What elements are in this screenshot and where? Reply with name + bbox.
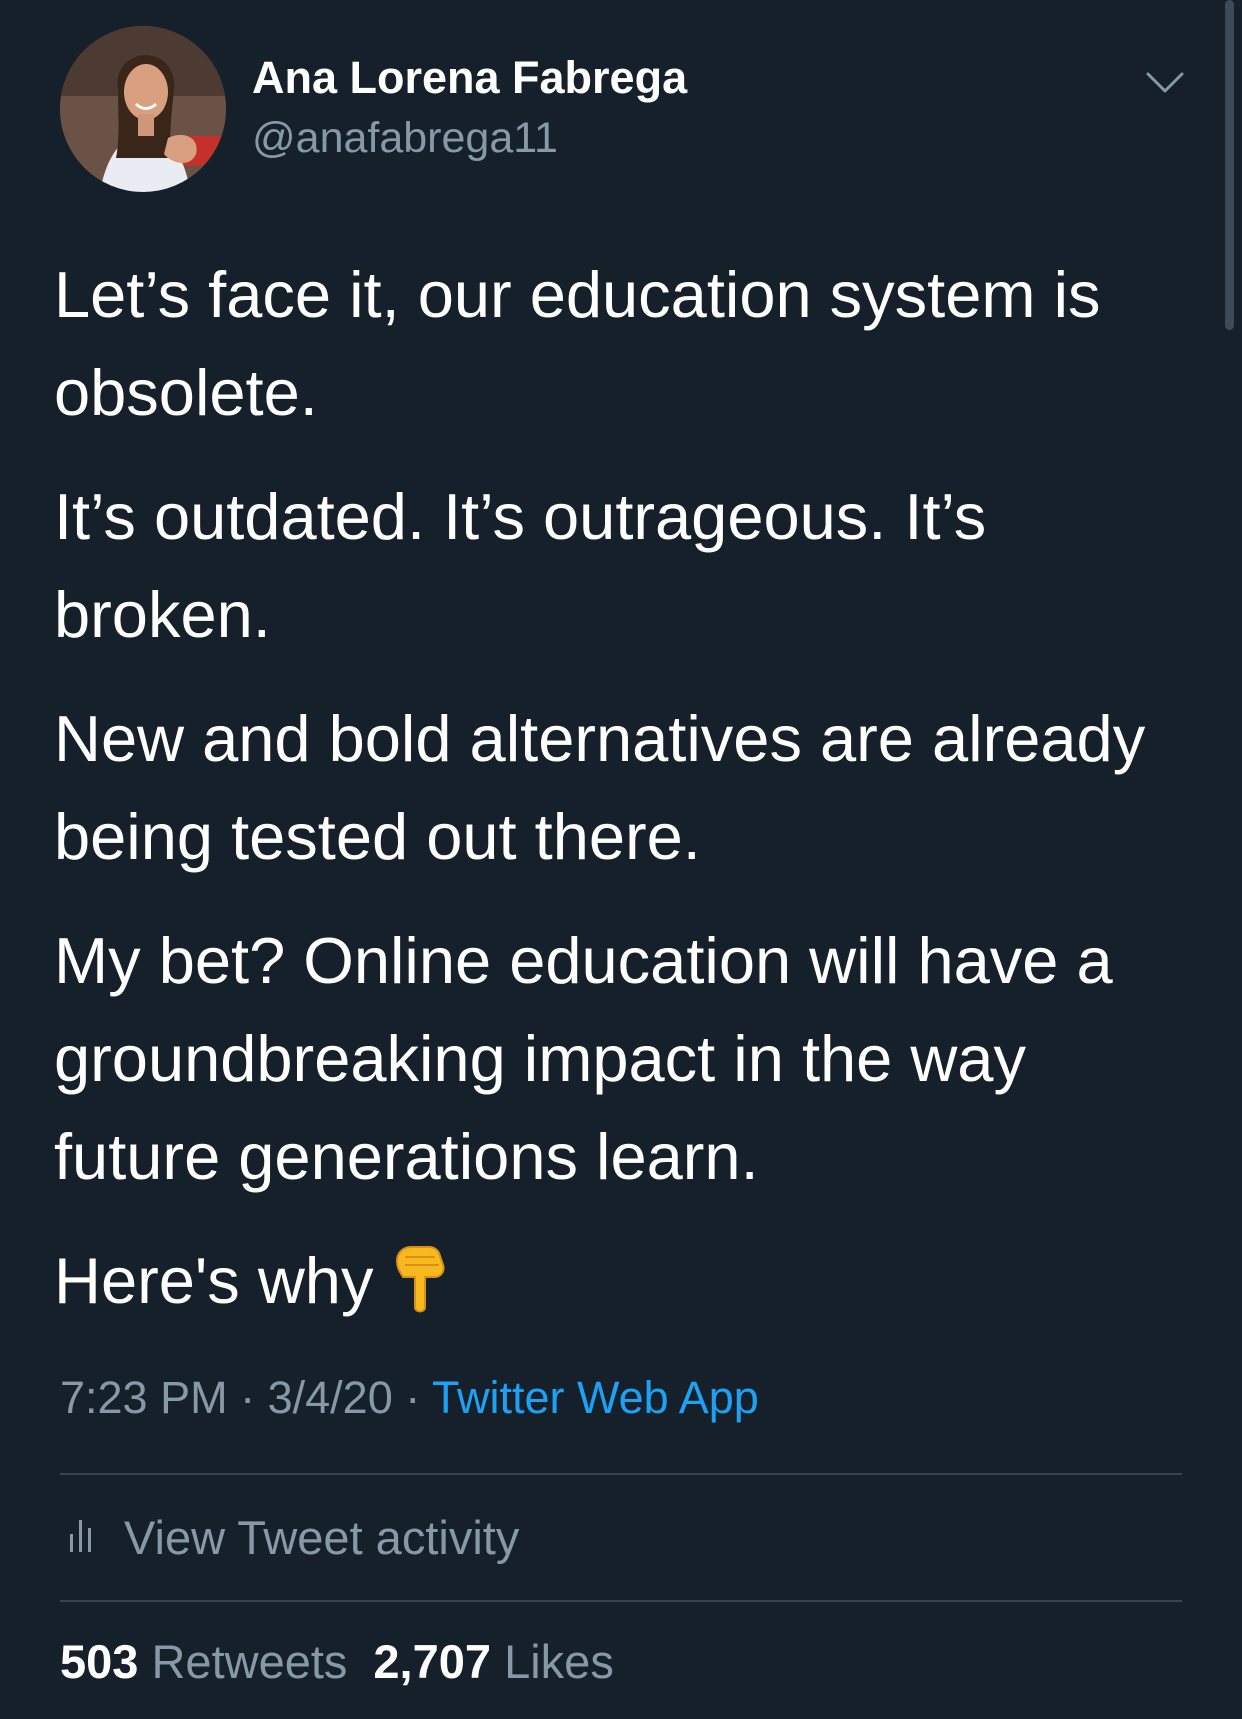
retweets-count: 503 xyxy=(60,1635,139,1688)
likes-stat[interactable]: 2,707 Likes xyxy=(373,1635,613,1688)
tweet-stats: 503 Retweets 2,707 Likes xyxy=(60,1634,614,1689)
chevron-down-icon[interactable] xyxy=(1140,62,1190,102)
analytics-bars-icon xyxy=(68,1510,98,1565)
tweet-paragraph: It’s outdated. It’s outrageous. It’s bro… xyxy=(54,480,987,651)
meta-separator: · xyxy=(240,1372,256,1423)
avatar[interactable] xyxy=(60,26,226,192)
meta-separator: · xyxy=(405,1372,421,1423)
tweet-paragraph: Let’s face it, our education system is o… xyxy=(54,258,1101,429)
avatar-photo-icon xyxy=(60,26,226,192)
tweet-closing-line: Here's why xyxy=(54,1232,1164,1342)
likes-count: 2,707 xyxy=(373,1635,492,1688)
divider xyxy=(60,1600,1182,1602)
tweet-detail-screen: Ana Lorena Fabrega @anafabrega11 Let’s f… xyxy=(0,0,1242,1719)
scrollbar[interactable] xyxy=(1220,0,1242,1719)
tweet-time: 7:23 PM xyxy=(60,1372,228,1423)
divider xyxy=(60,1473,1182,1475)
tweet-header: Ana Lorena Fabrega @anafabrega11 xyxy=(60,26,1190,192)
tweet-closing-text: Here's why xyxy=(54,1244,374,1317)
tweet-date: 3/4/20 xyxy=(267,1372,393,1423)
likes-label: Likes xyxy=(504,1635,614,1688)
author-handle[interactable]: @anafabrega11 xyxy=(252,114,558,163)
author-name[interactable]: Ana Lorena Fabrega xyxy=(252,52,687,104)
retweets-stat[interactable]: 503 Retweets xyxy=(60,1635,347,1688)
view-tweet-activity-label: View Tweet activity xyxy=(124,1510,520,1564)
tweet-text: Let’s face it, our education system is o… xyxy=(54,246,1164,1368)
tweet-paragraph: New and bold alternatives are already be… xyxy=(54,702,1146,873)
retweets-label: Retweets xyxy=(151,1635,348,1688)
view-tweet-activity-link[interactable]: View Tweet activity xyxy=(68,1502,519,1572)
backhand-index-pointing-down-icon xyxy=(391,1243,451,1342)
tweet-meta: 7:23 PM · 3/4/20 · Twitter Web App xyxy=(60,1372,759,1424)
scrollbar-thumb[interactable] xyxy=(1225,0,1234,330)
tweet-source-link[interactable]: Twitter Web App xyxy=(432,1372,759,1423)
tweet-paragraph: My bet? Online education will have a gro… xyxy=(54,924,1113,1193)
